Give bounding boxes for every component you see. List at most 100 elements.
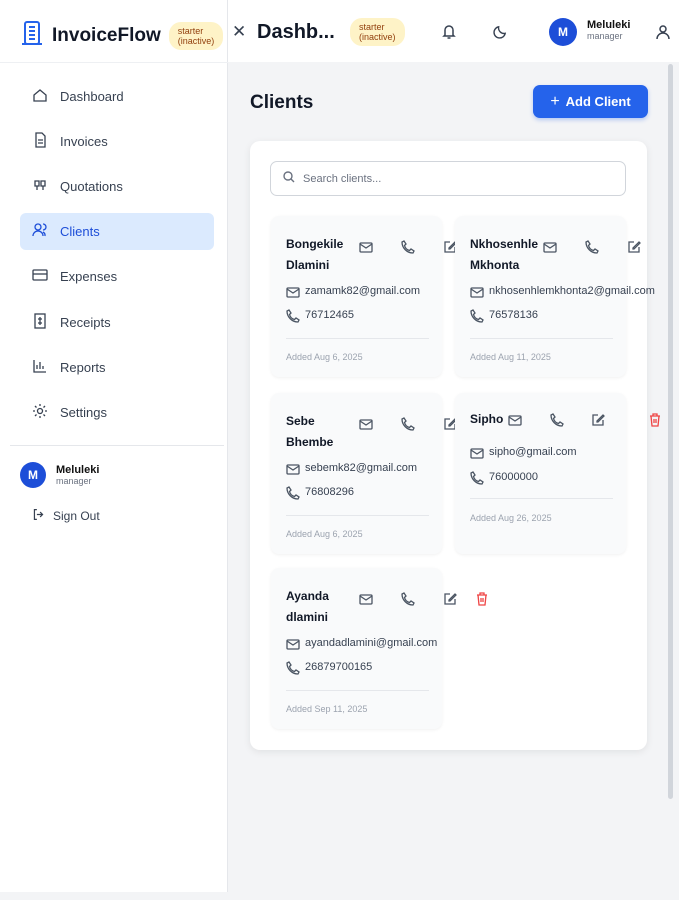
client-phone: 76000000: [470, 471, 538, 485]
sidebar-item-settings[interactable]: Settings: [20, 394, 214, 431]
header-user-role: manager: [587, 31, 623, 41]
top-bar: ✕ Dashb... starter (inactive) M Meluleki…: [228, 0, 679, 62]
user-icon[interactable]: [656, 24, 670, 45]
bell-icon[interactable]: [441, 23, 457, 45]
phone-action-icon[interactable]: [585, 240, 599, 254]
phone-action-icon[interactable]: [401, 240, 415, 254]
delete-icon[interactable]: [648, 413, 662, 427]
edit-icon[interactable]: [443, 592, 457, 606]
phone-text: 26879700165: [305, 661, 373, 673]
sidebar-item-receipts[interactable]: Receipts: [20, 304, 214, 341]
client-name: Ayanda dlamini: [286, 589, 329, 624]
sidebar-item-label: Reports: [60, 360, 106, 375]
email-text: nkhosenhlemkhonta2@gmail.com: [489, 285, 655, 297]
client-email: sebemk82@gmail.com: [286, 462, 418, 475]
close-icon[interactable]: ✕: [232, 22, 246, 42]
page-title: Clients: [250, 92, 314, 113]
add-client-button[interactable]: + Add Client: [533, 85, 648, 118]
quote-icon: [32, 177, 48, 196]
divider: [470, 498, 613, 499]
phone-icon: [286, 661, 300, 675]
sign-out-label: Sign Out: [53, 509, 100, 523]
phone-action-icon[interactable]: [550, 413, 564, 427]
sidebar-item-expenses[interactable]: Expenses: [20, 258, 214, 295]
phone-icon: [286, 309, 300, 323]
credit-card-icon: [32, 267, 48, 286]
sign-out-button[interactable]: Sign Out: [32, 508, 100, 524]
header-user-name: Meluleki: [587, 19, 631, 31]
client-phone: 76712465: [286, 309, 354, 323]
client-card[interactable]: Sipho sipho@gmail.com 76000000 Added Aug 26…: [455, 393, 660, 554]
edit-icon[interactable]: [591, 413, 605, 427]
email-action-icon[interactable]: [359, 417, 373, 431]
email-text: ayandadlamini@gmail.com: [305, 637, 438, 649]
client-phone: 76578136: [470, 309, 538, 323]
divider: [286, 338, 429, 339]
sidebar-item-label: Quotations: [60, 179, 123, 194]
edit-icon[interactable]: [627, 240, 641, 254]
divider: [10, 445, 224, 446]
client-card[interactable]: Sebe Bhembe sebemk82@gmail.com 76808296 Add…: [271, 393, 457, 554]
added-date: Added Sep 11, 2025: [286, 704, 368, 714]
client-email: nkhosenhlemkhonta2@gmail.com: [470, 285, 655, 298]
email-action-icon[interactable]: [508, 413, 522, 427]
sidebar-user: M Meluleki manager: [20, 462, 99, 488]
sidebar-item-label: Dashboard: [60, 89, 124, 104]
avatar: M: [20, 462, 46, 488]
sidebar-item-clients[interactable]: Clients: [20, 213, 214, 250]
divider: [286, 515, 429, 516]
sidebar-item-label: Invoices: [60, 134, 108, 149]
client-card[interactable]: Ayanda dlamini ayandadlamini@gmail.com 268…: [271, 568, 487, 729]
added-date: Added Aug 26, 2025: [470, 513, 552, 523]
scrollbar[interactable]: [668, 64, 673, 799]
email-action-icon[interactable]: [359, 240, 373, 254]
phone-action-icon[interactable]: [401, 417, 415, 431]
added-date: Added Aug 11, 2025: [470, 352, 551, 362]
header-title: Dashb...: [257, 21, 335, 43]
email-action-icon[interactable]: [543, 240, 557, 254]
delete-icon[interactable]: [475, 592, 489, 606]
mail-icon: [470, 285, 484, 298]
sidebar-item-invoices[interactable]: Invoices: [20, 123, 214, 160]
phone-icon: [470, 309, 484, 323]
mail-icon: [286, 637, 300, 650]
client-card[interactable]: Nkhosenhle Mkhonta nkhosenhlemkhonta2@gma…: [455, 216, 655, 377]
sidebar-item-label: Expenses: [60, 269, 118, 284]
email-action-icon[interactable]: [359, 592, 373, 606]
add-client-label: Add Client: [565, 94, 631, 109]
header-user[interactable]: Meluleki manager: [587, 19, 630, 41]
divider: [286, 690, 429, 691]
mail-icon: [286, 285, 300, 298]
mail-icon: [286, 462, 300, 475]
phone-icon: [286, 486, 300, 500]
client-phone: 76808296: [286, 486, 354, 500]
header-avatar[interactable]: M: [549, 18, 577, 46]
moon-icon[interactable]: [493, 24, 508, 44]
gear-icon: [32, 403, 48, 422]
client-name: Nkhosenhle Mkhonta: [470, 237, 539, 272]
phone-action-icon[interactable]: [401, 592, 415, 606]
email-text: sebemk82@gmail.com: [305, 462, 418, 474]
sidebar: InvoiceFlow starter (inactive) Dashboard…: [0, 0, 228, 892]
home-icon: [32, 87, 48, 106]
logout-icon: [32, 508, 45, 524]
search-placeholder: Search clients...: [303, 172, 382, 185]
phone-text: 76000000: [489, 471, 538, 483]
app-name: InvoiceFlow: [52, 25, 161, 46]
file-icon: [32, 132, 48, 151]
divider: [470, 338, 613, 339]
client-email: ayandadlamini@gmail.com: [286, 637, 438, 650]
added-date: Added Aug 6, 2025: [286, 352, 363, 362]
client-card[interactable]: Bongekile Dlamini zamamk82@gmail.com 76712…: [271, 216, 457, 377]
sidebar-item-quotations[interactable]: Quotations: [20, 168, 214, 205]
building-logo-icon: [20, 20, 44, 52]
brand[interactable]: InvoiceFlow starter (inactive): [20, 20, 224, 52]
client-name: Sebe Bhembe: [286, 414, 334, 449]
client-name: Bongekile Dlamini: [286, 237, 344, 272]
search-input[interactable]: Search clients...: [270, 161, 626, 196]
user-name: Meluleki: [56, 464, 100, 476]
sidebar-item-dashboard[interactable]: Dashboard: [20, 78, 214, 115]
sidebar-item-reports[interactable]: Reports: [20, 349, 214, 386]
client-email: sipho@gmail.com: [470, 446, 577, 459]
added-date: Added Aug 6, 2025: [286, 529, 363, 539]
